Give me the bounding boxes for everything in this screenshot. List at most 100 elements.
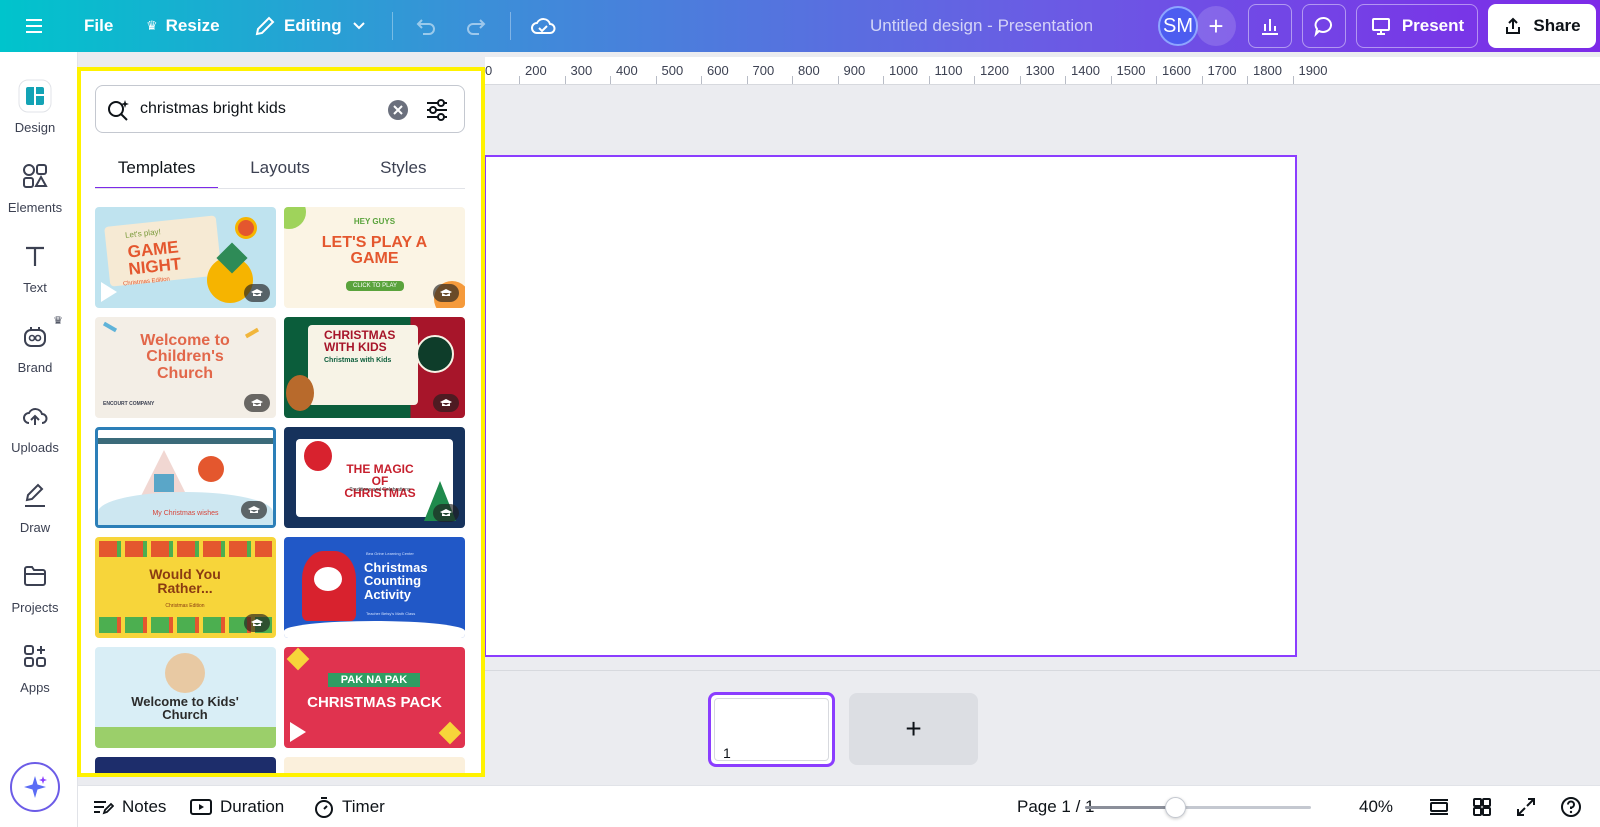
file-menu-button[interactable]: File bbox=[84, 0, 113, 52]
tab-layouts[interactable]: Layouts bbox=[218, 147, 341, 189]
sidebar-item-uploads[interactable]: Uploads bbox=[0, 398, 70, 455]
page-indicator[interactable]: Page 1 / 1 bbox=[1017, 786, 1095, 827]
template-card[interactable]: My Christmas wishes bbox=[95, 427, 276, 528]
template-card[interactable]: Let's play! GAME NIGHT Christmas Edition bbox=[95, 207, 276, 308]
template-card[interactable]: HEY GUYS LET'S PLAY A GAME CLICK TO PLAY bbox=[284, 207, 465, 308]
tab-templates[interactable]: Templates bbox=[95, 147, 219, 189]
help-button[interactable] bbox=[1560, 786, 1582, 827]
template-company: ENCOURT COMPANY bbox=[103, 401, 155, 407]
sparkle-icon bbox=[24, 776, 47, 798]
filter-sliders-icon bbox=[427, 99, 447, 121]
magic-assistant-button[interactable] bbox=[10, 762, 60, 812]
notes-button[interactable]: Notes bbox=[92, 786, 166, 827]
save-status-button[interactable] bbox=[530, 0, 556, 52]
template-card[interactable]: Welcome to Children's Church ENCOURT COM… bbox=[95, 317, 276, 418]
confetti-shape bbox=[102, 321, 118, 333]
gift-illustration bbox=[154, 474, 174, 492]
present-button[interactable]: Present bbox=[1356, 4, 1478, 48]
template-subtitle: Christmas Edition bbox=[165, 603, 205, 609]
template-card[interactable] bbox=[284, 757, 465, 773]
template-tag: PAK NA PAK bbox=[328, 673, 420, 687]
timer-button[interactable]: Timer bbox=[314, 786, 385, 827]
projects-icon bbox=[17, 558, 53, 594]
page-thumbnail[interactable]: 1 bbox=[708, 692, 835, 767]
template-org: Bea Grine Learning Center bbox=[366, 551, 414, 556]
template-title: Would You Rather... bbox=[149, 566, 221, 597]
slide-canvas[interactable] bbox=[484, 155, 1297, 657]
ruler-tick: 1800 bbox=[1253, 63, 1282, 78]
ruler-tick-mark bbox=[974, 76, 975, 84]
filter-button[interactable] bbox=[422, 96, 452, 124]
top-bar: File ♛ Resize Editing Untitled design - … bbox=[0, 0, 1600, 52]
share-button[interactable]: Share bbox=[1488, 4, 1596, 48]
redo-icon bbox=[467, 19, 486, 35]
insights-button[interactable] bbox=[1248, 4, 1292, 48]
template-card[interactable]: PAK NA PAK CHRISTMAS PACK bbox=[284, 647, 465, 748]
play-icon bbox=[290, 722, 306, 742]
close-icon bbox=[393, 105, 403, 115]
gingerbread-illustration bbox=[286, 375, 314, 411]
sidebar-item-draw[interactable]: Draw bbox=[0, 478, 70, 535]
template-card[interactable] bbox=[95, 757, 276, 773]
graduation-cap-icon bbox=[440, 289, 452, 296]
avatar[interactable]: SM bbox=[1158, 6, 1198, 46]
ruler-tick-mark bbox=[701, 76, 702, 84]
ruler-tick: 1000 bbox=[889, 63, 918, 78]
template-card[interactable]: THE MAGIC OF CHRISTMAS Traditions and Ce… bbox=[284, 427, 465, 528]
zoom-level[interactable]: 40% bbox=[1359, 786, 1393, 827]
graduation-cap-icon bbox=[251, 289, 263, 296]
elements-icon bbox=[17, 158, 53, 194]
zoom-handle[interactable] bbox=[1165, 797, 1187, 818]
ruler-tick: 1300 bbox=[1025, 63, 1055, 78]
education-badge bbox=[433, 394, 459, 412]
comments-button[interactable] bbox=[1302, 4, 1346, 48]
ruler-tick-mark bbox=[564, 76, 566, 84]
page-thumbnail-preview bbox=[714, 698, 829, 761]
sidebar-item-text[interactable]: Text bbox=[0, 238, 70, 295]
confetti-shape bbox=[244, 327, 260, 339]
redo-button[interactable] bbox=[464, 0, 488, 52]
icon-row-top bbox=[99, 541, 272, 557]
sidebar-item-apps[interactable]: Apps bbox=[0, 638, 70, 695]
ruler-tick-mark bbox=[1156, 76, 1157, 84]
ruler-tick-mark bbox=[655, 76, 657, 84]
invite-collaborator-button[interactable]: + bbox=[1196, 6, 1236, 46]
fullscreen-button[interactable] bbox=[1516, 786, 1536, 827]
clear-search-button[interactable] bbox=[388, 100, 408, 120]
template-subtitle: Teacher Betsy's Math Class bbox=[366, 611, 416, 616]
add-page-button[interactable]: + bbox=[849, 693, 978, 765]
bottom-bar: Notes Duration Timer Page 1 / 1 40% bbox=[78, 785, 1600, 827]
stopwatch-icon bbox=[315, 797, 333, 818]
sidebar-item-brand[interactable]: ♛ Brand bbox=[0, 315, 70, 375]
sidebar-item-projects[interactable]: Projects bbox=[0, 558, 70, 615]
crown-icon: ♛ bbox=[53, 315, 63, 327]
template-card[interactable]: Would You Rather... Christmas Edition bbox=[95, 537, 276, 638]
sidebar-item-design[interactable]: Design bbox=[0, 78, 70, 135]
template-card[interactable]: CHRISTMAS WITH KIDS Christmas with Kids bbox=[284, 317, 465, 418]
ruler-tick: 800 bbox=[798, 63, 820, 78]
ruler-tick-mark bbox=[792, 76, 793, 84]
crown-icon: ♛ bbox=[146, 18, 158, 33]
pages-view-button[interactable] bbox=[1428, 786, 1450, 827]
template-card[interactable]: Welcome to Kids' Church bbox=[95, 647, 276, 748]
editing-mode-dropdown[interactable]: Editing bbox=[254, 0, 368, 52]
cloud-check-icon bbox=[531, 18, 556, 34]
undo-button[interactable] bbox=[414, 0, 438, 52]
document-title[interactable]: Untitled design - Presentation bbox=[870, 0, 1093, 52]
education-badge bbox=[241, 501, 267, 519]
search-input[interactable]: christmas bright kids bbox=[140, 100, 286, 118]
education-badge bbox=[244, 394, 270, 412]
resize-button[interactable]: ♛ Resize bbox=[146, 0, 220, 52]
sidebar-item-elements[interactable]: Elements bbox=[0, 158, 70, 215]
main-menu-button[interactable] bbox=[24, 0, 46, 52]
grid-view-button[interactable] bbox=[1472, 786, 1492, 827]
zoom-slider[interactable] bbox=[1085, 786, 1315, 827]
ruler-tick-mark bbox=[1201, 76, 1203, 84]
santa-illustration bbox=[304, 441, 332, 471]
tab-styles[interactable]: Styles bbox=[342, 147, 465, 189]
search-box[interactable]: christmas bright kids bbox=[95, 85, 465, 133]
template-card[interactable]: Bea Grine Learning Center Christmas Coun… bbox=[284, 537, 465, 638]
duration-button[interactable]: Duration bbox=[190, 786, 284, 827]
figure-illustration bbox=[165, 653, 205, 693]
bar-chart-icon bbox=[1262, 19, 1278, 35]
